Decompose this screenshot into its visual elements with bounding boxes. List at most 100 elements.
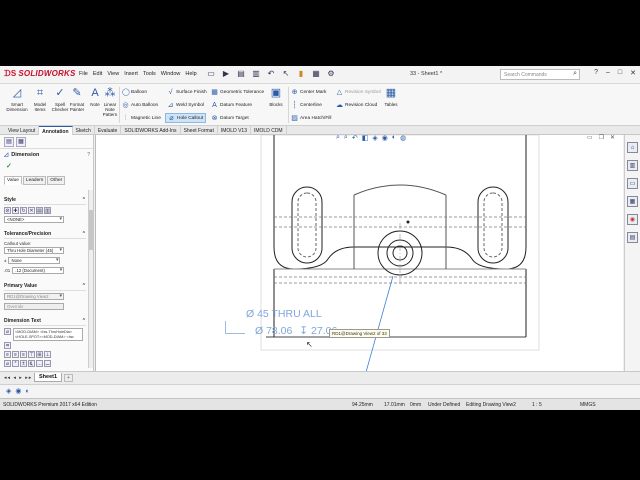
add-style-icon[interactable]: ✚ — [12, 207, 19, 214]
tolerance-header[interactable]: Tolerance/Precision ⌃ — [4, 231, 86, 239]
new-document-icon[interactable]: ▭ — [205, 68, 217, 80]
tab-value[interactable]: Value — [4, 176, 22, 185]
datum-target-button[interactable]: ⊗ Datum Target — [211, 113, 249, 123]
menu-view[interactable]: View — [107, 71, 119, 77]
style-header[interactable]: Style ⌃ — [4, 197, 86, 205]
menu-tools[interactable]: Tools — [143, 71, 156, 77]
datum-feature-button[interactable]: A Datum Feature — [211, 100, 252, 110]
menu-help[interactable]: Help — [185, 71, 196, 77]
menu-window[interactable]: Window — [161, 71, 181, 77]
hide-show-quick-icon[interactable]: ◐ — [26, 388, 30, 395]
tab-solidworks-addins[interactable]: SOLIDWORKS Add-Ins — [121, 126, 181, 135]
print-icon[interactable]: ▥ — [250, 68, 262, 80]
more-symbols-icon[interactable]: … — [36, 360, 43, 367]
add-sheet-button[interactable]: + — [64, 374, 73, 382]
appearance-quick-icon[interactable]: ◉ — [15, 388, 21, 395]
auto-balloon-button[interactable]: ◎ Auto Balloon — [122, 100, 158, 110]
solidworks-resources-icon[interactable]: ⌂ — [627, 142, 638, 153]
geometric-tolerance-button[interactable]: ▦ Geometric Tolerance — [211, 87, 264, 97]
balloon-button[interactable]: ◯ Balloon — [122, 87, 147, 97]
degree-symbol-icon[interactable]: ° — [12, 360, 19, 367]
magnetic-line-button[interactable]: ⫶ Magnetic Line — [122, 113, 161, 123]
tolerance-type-select[interactable]: None — [8, 257, 61, 264]
text-options-icon[interactable]: ⌗ — [4, 342, 11, 349]
plus-minus-symbol-icon[interactable]: ± — [20, 360, 27, 367]
options-icon[interactable]: ⚙ — [325, 68, 337, 80]
design-library-icon[interactable]: ▥ — [627, 160, 638, 171]
area-hatch-fill-button[interactable]: ▨ Area Hatch/Fill — [291, 113, 331, 123]
surface-finish-button[interactable]: √ Surface Finish — [167, 87, 207, 97]
weld-symbol-button[interactable]: ⊿ Weld Symbol — [167, 100, 205, 110]
sheet-scale[interactable]: 1 : 5 — [532, 402, 542, 408]
property-manager-tab-icon[interactable]: ▦ — [16, 137, 26, 147]
tab-sheet-format[interactable]: Sheet Format — [181, 126, 218, 135]
tab-imold-v13[interactable]: IMOLD V13 — [218, 126, 251, 135]
linear-note-pattern-button[interactable]: ⁂ Linear Note Pattern — [99, 86, 121, 124]
tab-imold-cdm[interactable]: IMOLD CDM — [251, 126, 287, 135]
help-icon[interactable]: ? — [87, 152, 90, 158]
appearances-icon[interactable]: ◉ — [627, 214, 638, 225]
tab-other[interactable]: Other — [47, 176, 66, 185]
tables-button[interactable]: ▦ Tables — [380, 86, 402, 124]
style-select[interactable]: <NONE> — [4, 216, 64, 223]
undo-icon[interactable]: ↶ — [265, 68, 277, 80]
feature-manager-tab-icon[interactable]: ▤ — [4, 137, 14, 147]
open-icon[interactable]: ▶ — [220, 68, 232, 80]
dimension-text-header[interactable]: Dimension Text ⌃ — [4, 318, 86, 326]
unit-system[interactable]: MMGS — [580, 402, 596, 408]
centerline-symbol-icon[interactable]: ℄ — [28, 360, 35, 367]
select-icon[interactable]: ↖ — [280, 68, 292, 80]
maximize-button[interactable]: □ — [618, 69, 622, 77]
hole-callout-line2[interactable]: Ø 78.06 ↧ 27.06 — [255, 325, 337, 337]
centerline-button[interactable]: ┆ Centerline — [291, 100, 321, 110]
precision-select[interactable]: .12 (Document) — [12, 267, 65, 274]
file-explorer-icon[interactable]: ▭ — [627, 178, 638, 189]
align-right-icon[interactable]: ≡ — [20, 351, 27, 358]
align-center-icon[interactable]: ≡ — [12, 351, 19, 358]
sheet-navigation[interactable]: ◂◂ ◂ ▸ ▸▸ — [4, 375, 32, 381]
save-style-icon[interactable]: ▤ — [36, 207, 43, 214]
align-middle-icon[interactable]: ⊞ — [36, 351, 43, 358]
primary-value-header[interactable]: Primary Value ⌃ — [4, 283, 86, 291]
view-palette-icon[interactable]: ▦ — [627, 196, 638, 207]
callout-value-select[interactable]: Thru Hole Diameter (45) — [4, 247, 64, 254]
tab-view-layout[interactable]: View Layout — [5, 126, 40, 135]
diameter-symbol-icon[interactable]: ⌀ — [4, 360, 11, 367]
smart-dimension-button[interactable]: ◿ Smart Dimension — [6, 86, 28, 124]
search-icon[interactable]: ⌕ — [573, 70, 577, 78]
ok-checkmark-button[interactable]: ✓ — [6, 162, 12, 170]
align-bottom-icon[interactable]: ⊥ — [44, 351, 51, 358]
hole-callout-line1[interactable]: Ø 45 THRU ALL — [246, 308, 322, 320]
file-properties-icon[interactable]: ▦ — [310, 68, 322, 80]
counterbore-symbol-icon[interactable]: ⌴ — [44, 360, 51, 367]
solidworks-logo[interactable]: ᗪS SOLIDWORKS — [4, 69, 76, 79]
scrollbar-thumb[interactable] — [89, 210, 93, 250]
load-style-icon[interactable]: ▥ — [44, 207, 51, 214]
menu-edit[interactable]: Edit — [93, 71, 102, 77]
dimension-text-area[interactable]: <MOD-DIAM> <hw-ThruHoleDia> <HOLE-SPOT><… — [13, 328, 83, 341]
tab-evaluate[interactable]: Evaluate — [95, 126, 122, 135]
primary-value-reference[interactable]: RD1@Drawing View2 — [4, 293, 64, 300]
center-mark-button[interactable]: ⊕ Center Mark — [291, 87, 327, 97]
sheet-tab-sheet1[interactable]: Sheet1 — [34, 373, 63, 382]
apply-style-icon[interactable]: ⊘ — [4, 207, 11, 214]
revision-cloud-button[interactable]: ☁ Revision Cloud — [336, 100, 377, 110]
graphics-area[interactable]: ⌕ ⌕ ↶ ◧ ◈ ◉ ◐ ◍ ▭ ❐ ✕ Ø 45 THRU ALL Ø 78… — [95, 134, 623, 371]
align-left-icon[interactable]: ≡ — [4, 351, 11, 358]
custom-properties-icon[interactable]: ▤ — [627, 232, 638, 243]
menu-insert[interactable]: Insert — [124, 71, 138, 77]
revision-symbol-button[interactable]: △ Revision Symbol — [336, 87, 381, 97]
model-items-button[interactable]: ⌗ Model Items — [29, 86, 51, 124]
delete-style-icon[interactable]: ✕ — [28, 207, 35, 214]
tab-leaders[interactable]: Leaders — [22, 176, 47, 185]
menu-file[interactable]: File — [79, 71, 88, 77]
property-manager-scrollbar[interactable] — [88, 190, 93, 368]
tab-sketch[interactable]: Sketch — [73, 126, 95, 135]
tab-annotation[interactable]: Annotation — [39, 126, 73, 135]
blocks-button[interactable]: ▣ Blocks — [265, 86, 287, 124]
rebuild-icon[interactable]: ▮ — [295, 68, 307, 80]
minimize-button[interactable]: – — [606, 69, 610, 77]
hole-callout-button[interactable]: ⌀ Hole Callout — [165, 113, 207, 123]
save-icon[interactable]: ▤ — [235, 68, 247, 80]
help-icon[interactable]: ? — [594, 69, 598, 77]
